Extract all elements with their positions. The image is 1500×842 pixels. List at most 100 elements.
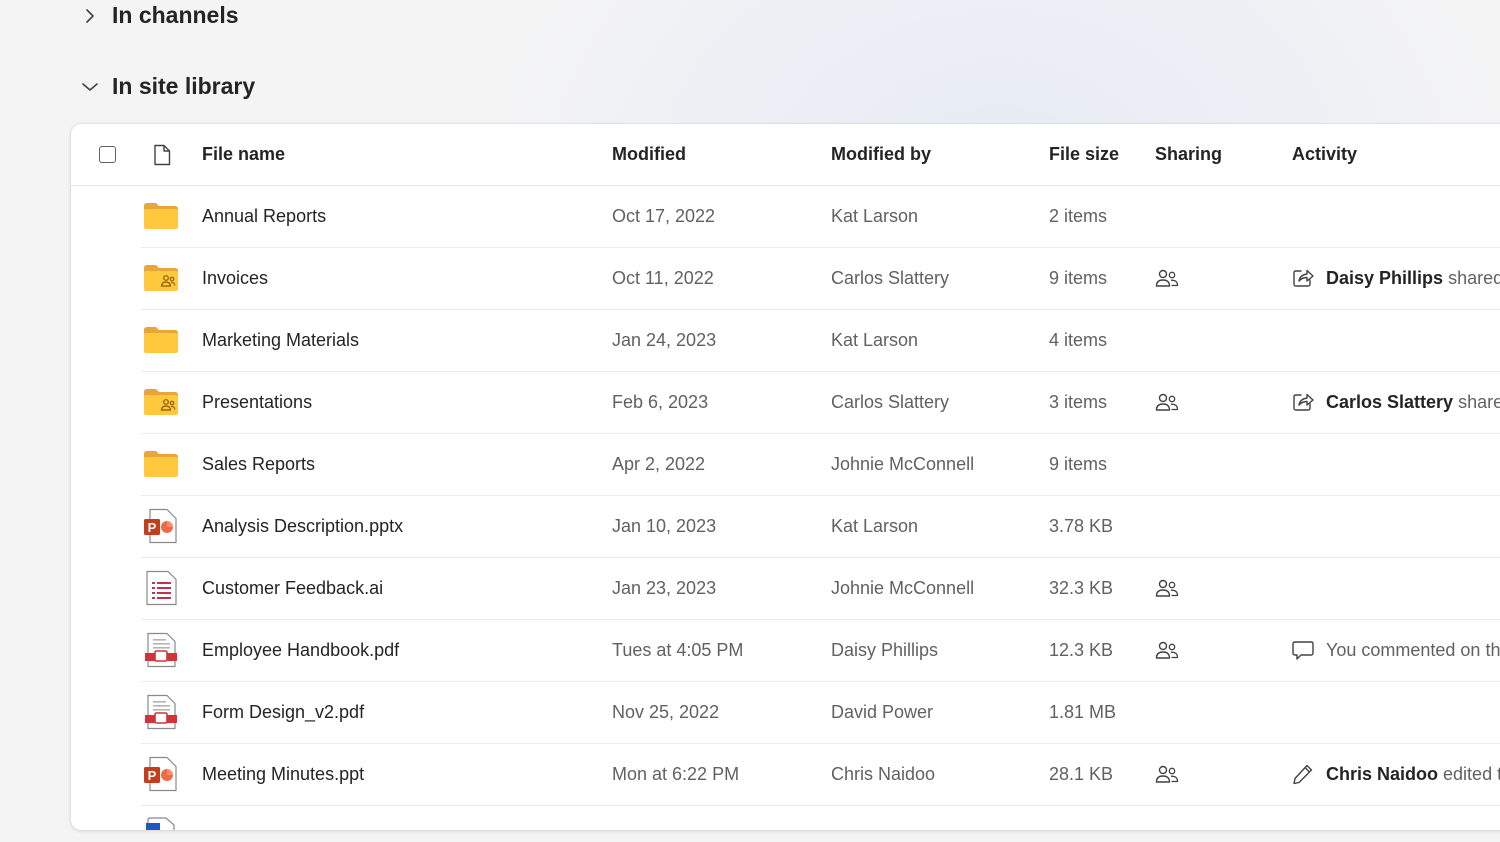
modified-date: Jan 10, 2023 <box>612 515 717 536</box>
file-name-link[interactable]: Sales Reports <box>202 433 315 495</box>
table-row[interactable]: Form Design_v2.pdf Nov 25, 2022 David Powe… <box>141 681 1500 744</box>
file-size: 28.1 KB <box>1049 763 1114 784</box>
modified-date: Feb 6, 2023 <box>612 391 709 412</box>
file-list: File name Modified Modified by File size… <box>71 124 1500 830</box>
activity-text: Daisy Phillips shared t <box>1326 268 1500 289</box>
table-row[interactable]: Presentations Feb 6, 2023 Carlos Slattery 3… <box>141 371 1500 434</box>
modified-by: Carlos Slattery <box>831 391 950 412</box>
svg-text:P: P <box>148 520 157 535</box>
file-size: 3 items <box>1049 391 1108 412</box>
file-size: 9 items <box>1049 267 1108 288</box>
shared-people-icon[interactable] <box>1155 743 1179 805</box>
modified-by: Johnie McConnell <box>831 453 975 474</box>
table-row[interactable]: Marketing Materials Jan 24, 2023 Kat Larso… <box>141 309 1500 372</box>
shared-folder-icon <box>143 247 179 309</box>
modified-date: Oct 11, 2022 <box>612 267 714 288</box>
modified-by: Johnie McConnell <box>831 577 975 598</box>
modified-by: Chris Naidoo <box>831 763 936 784</box>
file-name-link[interactable]: Customer Feedback.ai <box>202 557 383 619</box>
powerpoint-file-icon: P <box>143 495 179 557</box>
file-name-link[interactable]: Analysis Description.pptx <box>202 495 403 557</box>
activity[interactable]: Chris Naidoo edited t <box>1292 743 1500 805</box>
edit-icon <box>1292 763 1314 785</box>
modified-date: Apr 2, 2022 <box>612 453 706 474</box>
activity-person: Chris Naidoo <box>1326 763 1439 784</box>
activity-action: You commented on th <box>1326 639 1500 660</box>
column-header-sharing[interactable]: Sharing <box>1155 124 1222 185</box>
shared-people-icon[interactable] <box>1155 247 1179 309</box>
file-name-link[interactable]: Marketing Materials <box>202 309 359 371</box>
file-name-link[interactable]: Presentations <box>202 371 312 433</box>
section-title: In site library <box>112 73 256 99</box>
file-name-link[interactable]: Form Design_v2.pdf <box>202 681 364 743</box>
activity-person: Carlos Slattery <box>1326 391 1454 412</box>
table-row[interactable]: Invoices Oct 11, 2022 Carlos Slattery 9 ite… <box>141 247 1500 310</box>
file-type-icon[interactable] <box>153 124 171 185</box>
file-name-link[interactable]: Annual Reports <box>202 185 326 247</box>
shared-people-icon[interactable] <box>1155 619 1179 681</box>
column-header-modified-by[interactable]: Modified by <box>831 124 931 185</box>
folder-icon <box>143 185 179 247</box>
share-icon <box>1292 392 1314 412</box>
activity-action: shared t <box>1448 267 1500 288</box>
file-size: 1.81 MB <box>1049 701 1117 722</box>
modified-by: David Power <box>831 701 934 722</box>
table-row[interactable]: P Meeting Minutes.ppt Mon at 6:22 PM Chris … <box>141 743 1500 806</box>
activity-action: shared <box>1458 391 1500 412</box>
section-in-site-library[interactable]: In site library <box>82 73 255 100</box>
modified-date: Nov 25, 2022 <box>612 701 720 722</box>
modified-by: Carlos Slattery <box>831 267 950 288</box>
modified-by: Daisy Phillips <box>831 639 939 660</box>
modified-by: Kat Larson <box>831 515 919 536</box>
activity[interactable]: Daisy Phillips shared t <box>1292 247 1500 309</box>
file-size: 3.78 KB <box>1049 515 1114 536</box>
table-row[interactable]: P Analysis Description.pptx Jan 10, 2023 Ka… <box>141 495 1500 558</box>
column-header-activity[interactable]: Activity <box>1292 124 1357 185</box>
file-name-link[interactable]: Employee Handbook.pdf <box>202 619 399 681</box>
file-name-link[interactable]: Invoices <box>202 247 268 309</box>
pdf-file-icon <box>143 619 179 681</box>
modified-date: Jan 23, 2023 <box>612 577 717 598</box>
chevron-right-icon <box>82 8 98 24</box>
file-size: 2 items <box>1049 205 1108 226</box>
table-row[interactable]: Annual Reports Oct 17, 2022 Kat Larson 2 it… <box>141 185 1500 248</box>
shared-people-icon[interactable] <box>1155 557 1179 619</box>
activity-text: Carlos Slattery shared <box>1326 392 1500 413</box>
activity[interactable]: You commented on th <box>1292 619 1500 681</box>
activity-action: edited t <box>1443 763 1500 784</box>
file-name-link[interactable]: Meeting Minutes.ppt <box>202 743 364 805</box>
file-size: 9 items <box>1049 453 1108 474</box>
chevron-down-icon <box>82 79 98 95</box>
table-row[interactable]: Employee Handbook.pdf Tues at 4:05 PM Dais… <box>141 619 1500 682</box>
svg-text:P: P <box>148 768 157 783</box>
activity[interactable]: Carlos Slattery shared <box>1292 371 1500 433</box>
activity-text: You commented on th <box>1326 640 1500 661</box>
section-in-channels[interactable]: In channels <box>82 2 239 29</box>
text-file-icon <box>143 557 179 619</box>
table-row[interactable]: Customer Feedback.ai Jan 23, 2023 Johnie M… <box>141 557 1500 620</box>
column-header-modified[interactable]: Modified <box>612 124 686 185</box>
table-row[interactable]: Sales Reports Apr 2, 2022 Johnie McConnell… <box>141 433 1500 496</box>
file-size: 4 items <box>1049 329 1108 350</box>
modified-date: Jan 24, 2023 <box>612 329 717 350</box>
select-all-checkbox[interactable] <box>99 124 116 185</box>
table-header: File name Modified Modified by File size… <box>71 124 1500 186</box>
file-size: 12.3 KB <box>1049 639 1114 660</box>
modified-date: Oct 17, 2022 <box>612 205 716 226</box>
file-size: 32.3 KB <box>1049 577 1114 598</box>
comment-icon <box>1292 640 1314 660</box>
section-title: In channels <box>112 2 239 28</box>
file-icon <box>146 817 175 830</box>
column-header-file-size[interactable]: File size <box>1049 124 1119 185</box>
activity-text: Chris Naidoo edited t <box>1326 764 1500 785</box>
modified-by: Kat Larson <box>831 205 919 226</box>
shared-people-icon[interactable] <box>1155 371 1179 433</box>
partial-table-row[interactable] <box>141 807 1500 830</box>
shared-folder-icon <box>143 371 179 433</box>
column-header-file-name[interactable]: File name <box>202 124 285 185</box>
share-icon <box>1292 268 1314 288</box>
pdf-file-icon <box>143 681 179 743</box>
activity-person: Daisy Phillips <box>1326 267 1444 288</box>
folder-icon <box>143 309 179 371</box>
modified-date: Mon at 6:22 PM <box>612 763 740 784</box>
